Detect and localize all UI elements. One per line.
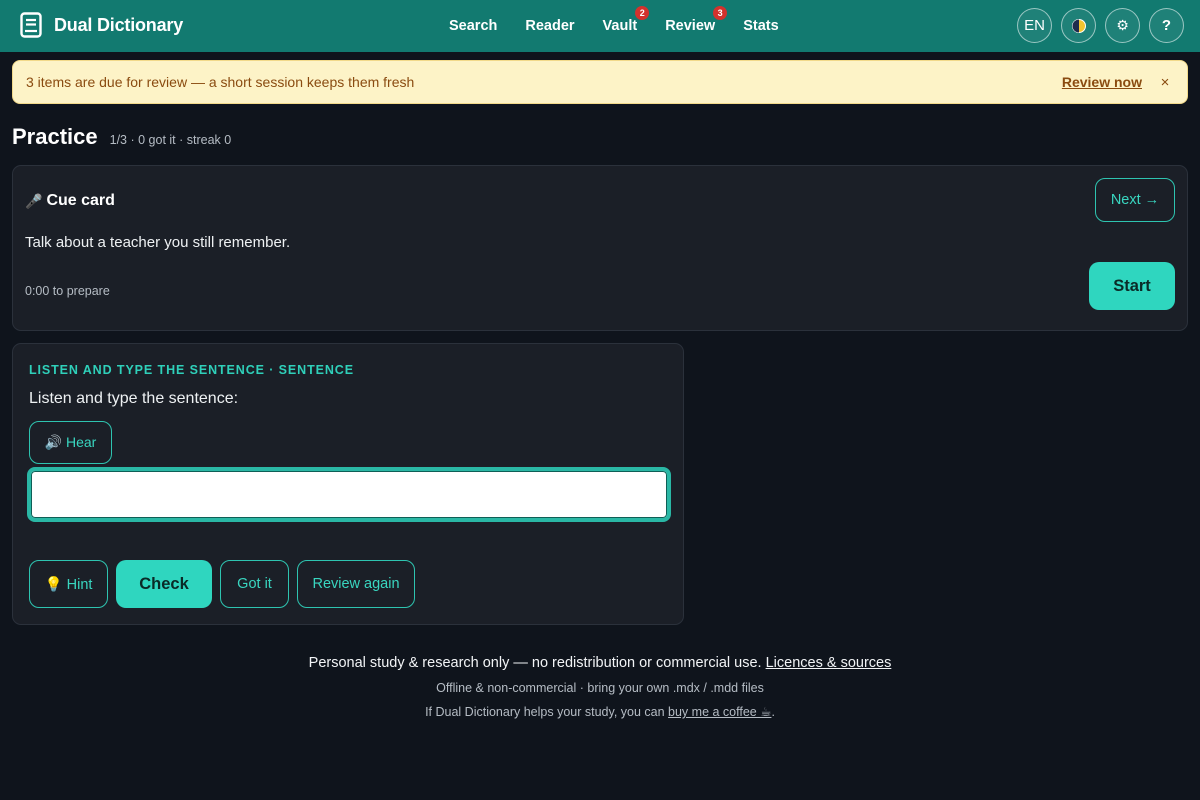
top-navigation-bar: Dual Dictionary Search Reader Vault 2 Re… xyxy=(0,0,1200,52)
hint-button[interactable]: 💡 Hint xyxy=(29,560,108,608)
vault-count-badge: 2 xyxy=(635,6,650,20)
gear-icon: ⚙ xyxy=(1116,17,1129,33)
start-button[interactable]: Start xyxy=(1089,262,1175,310)
practice-header: Practice 1/3 · 0 got it · streak 0 xyxy=(12,124,231,150)
nav-item-reader[interactable]: Reader xyxy=(525,18,574,34)
cue-card: 🎤 Cue card Talk about a teacher you stil… xyxy=(12,165,1188,331)
review-due-banner: 3 items are due for review — a short ses… xyxy=(12,60,1188,104)
check-button[interactable]: Check xyxy=(116,560,212,608)
footer-support-text: If Dual Dictionary helps your study, you… xyxy=(425,705,669,719)
review-count-badge: 3 xyxy=(713,6,728,20)
app-title: Dual Dictionary xyxy=(54,14,184,35)
banner-message: 3 items are due for review — a short ses… xyxy=(26,74,415,90)
nav-item-review-label: Review xyxy=(665,18,716,34)
prep-timer: 0:00 to prepare xyxy=(25,284,110,298)
nav-item-review[interactable]: Review 3 xyxy=(665,6,728,34)
licences-link[interactable]: Licences & sources xyxy=(766,655,892,671)
cue-prompt: Talk about a teacher you still remember. xyxy=(25,234,291,251)
settings-button[interactable]: ⚙ xyxy=(1105,8,1140,43)
footer-support-end: . xyxy=(771,705,775,719)
coffee-link[interactable]: buy me a coffee ☕ xyxy=(668,705,771,719)
cue-card-title: 🎤 Cue card xyxy=(25,192,115,210)
exercise-type-label: LISTEN AND TYPE THE SENTENCE · SENTENCE xyxy=(29,363,354,377)
listen-type-card: LISTEN AND TYPE THE SENTENCE · SENTENCE … xyxy=(12,343,684,625)
cue-card-title-label: Cue card xyxy=(46,192,115,209)
brand[interactable]: Dual Dictionary xyxy=(20,12,183,38)
help-button[interactable]: ? xyxy=(1149,8,1184,43)
page-footer: Personal study & research only — no redi… xyxy=(0,655,1200,719)
footer-offline-note: Offline & non-commercial · bring your ow… xyxy=(436,681,764,695)
main-nav: Search Reader Vault 2 Review 3 Stats xyxy=(449,0,807,52)
top-actions: EN ⚙ ? xyxy=(1017,8,1184,43)
review-now-link[interactable]: Review now xyxy=(1062,74,1142,90)
answer-input[interactable] xyxy=(27,467,671,522)
exercise-question: Listen and type the sentence: xyxy=(29,390,239,407)
nav-item-search[interactable]: Search xyxy=(449,18,497,34)
nav-item-stats[interactable]: Stats xyxy=(743,18,778,34)
close-icon[interactable]: × xyxy=(1156,74,1174,91)
nav-item-vault-label: Vault xyxy=(602,18,638,34)
page-title: Practice xyxy=(12,124,98,149)
got-it-button[interactable]: Got it xyxy=(220,560,289,608)
nav-item-vault[interactable]: Vault 2 xyxy=(602,6,650,34)
book-icon xyxy=(20,12,42,38)
review-again-button[interactable]: Review again xyxy=(297,560,415,608)
theme-toggle-button[interactable] xyxy=(1061,8,1096,43)
footer-notice-text: Personal study & research only — no redi… xyxy=(308,655,766,671)
language-button[interactable]: EN xyxy=(1017,8,1052,43)
footer-support: If Dual Dictionary helps your study, you… xyxy=(0,704,1200,719)
footer-notice: Personal study & research only — no redi… xyxy=(0,655,1200,671)
theme-toggle-icon xyxy=(1071,18,1086,33)
hear-button[interactable]: 🔊 Hear xyxy=(29,421,112,464)
next-button[interactable]: Next → xyxy=(1095,178,1175,222)
practice-progress: 1/3 · 0 got it · streak 0 xyxy=(109,133,232,147)
microphone-icon: 🎤 xyxy=(25,192,43,209)
